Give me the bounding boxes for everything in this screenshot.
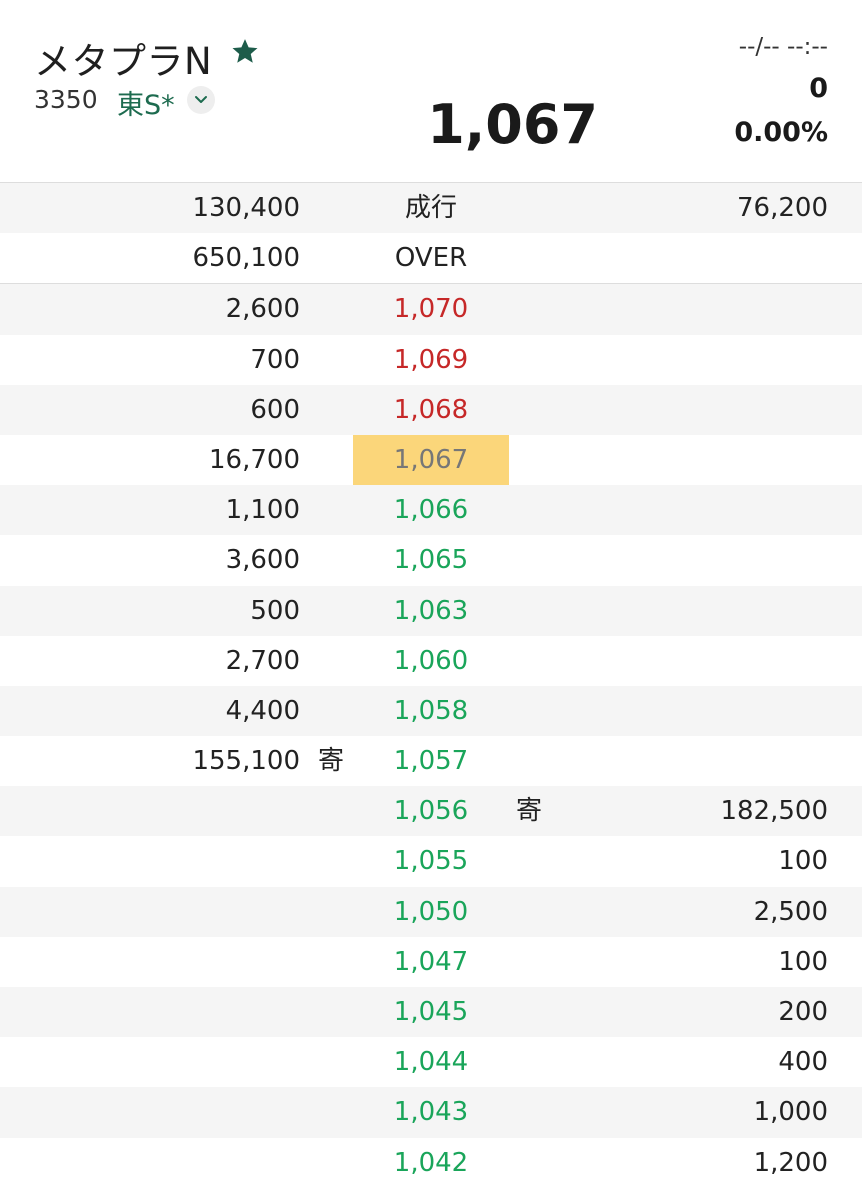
update-datetime: --/-- --:-- [738, 34, 828, 60]
price-level: 1,058 [393, 695, 469, 726]
order-book-row[interactable]: 650,100 OVER [0, 233, 862, 285]
price-change: 0 [809, 73, 828, 104]
sell-quantity: 650,100 [192, 243, 300, 274]
buy-quantity: 400 [778, 1047, 828, 1078]
sell-quantity: 3,600 [225, 545, 300, 576]
sell-quantity: 155,100 [192, 746, 300, 777]
order-book-row[interactable]: 600 1,068 [0, 384, 862, 435]
order-book-row[interactable]: 4,400 1,058 [0, 685, 862, 737]
sell-quantity: 500 [250, 595, 300, 626]
sell-quantity: 1,100 [225, 495, 300, 526]
order-book-row[interactable]: 2,700 1,060 [0, 636, 862, 686]
current-price: 1,067 [427, 93, 598, 156]
stock-code: 3350 [34, 85, 98, 114]
price-level: 1,066 [393, 495, 469, 526]
price-level: 1,047 [393, 946, 469, 977]
order-book-row[interactable]: 130,400 成行 76,200 [0, 183, 862, 234]
price-level: 1,063 [393, 595, 469, 626]
buy-quantity: 2,500 [753, 896, 828, 927]
market-dropdown-button[interactable] [187, 86, 215, 114]
price-level: 1,067 [353, 434, 509, 485]
price-level: 1,068 [393, 394, 469, 425]
order-book-row[interactable]: 3,600 1,065 [0, 535, 862, 585]
order-book-row[interactable]: 1,050 2,500 [0, 886, 862, 937]
order-book-row[interactable]: 16,700 1,067 [0, 434, 862, 485]
order-book-row[interactable]: 1,045 200 [0, 987, 862, 1038]
price-level: OVER [394, 243, 468, 274]
buy-quantity: 76,200 [737, 193, 828, 223]
price-level: 1,065 [393, 545, 469, 576]
buy-quantity: 100 [778, 846, 828, 877]
buy-quantity: 1,200 [753, 1147, 828, 1178]
chevron-down-icon [195, 96, 207, 103]
order-book-row[interactable]: 1,100 1,066 [0, 485, 862, 536]
sell-opening-mark: 寄 [318, 746, 345, 777]
market-label[interactable]: 東S* [117, 83, 175, 122]
order-book-row[interactable]: 1,043 1,000 [0, 1087, 862, 1138]
price-change-percent: 0.00% [734, 117, 828, 148]
order-book-row[interactable]: 1,055 100 [0, 836, 862, 886]
buy-quantity: 1,000 [753, 1097, 828, 1128]
order-book: 130,400 成行 76,200 650,100 OVER 2,600 1,070 700 1… [0, 183, 862, 1188]
order-book-row[interactable]: 155,100 寄 1,057 [0, 736, 862, 786]
buy-opening-mark: 寄 [516, 796, 543, 827]
price-level: 1,055 [393, 846, 469, 877]
price-level: 成行 [404, 193, 457, 223]
sell-quantity: 700 [250, 344, 300, 375]
stock-header: メタプラN 3350 東S* 1,067 --/-- --:-- 0 0.00% [0, 0, 862, 183]
price-level: 1,043 [393, 1097, 469, 1128]
sell-quantity: 130,400 [192, 193, 300, 223]
price-level: 1,044 [393, 1047, 469, 1078]
price-level: 1,045 [393, 997, 469, 1027]
price-level: 1,042 [393, 1147, 469, 1178]
sell-quantity: 600 [250, 394, 300, 425]
buy-quantity: 200 [778, 997, 828, 1027]
buy-quantity: 182,500 [720, 796, 828, 827]
order-book-row[interactable]: 2,600 1,070 [0, 284, 862, 335]
favorite-star-icon[interactable] [230, 36, 260, 66]
order-book-row[interactable]: 1,056 寄 182,500 [0, 786, 862, 837]
order-book-row[interactable]: 1,047 100 [0, 937, 862, 987]
price-level: 1,060 [393, 645, 469, 676]
sell-quantity: 2,700 [225, 645, 300, 676]
order-book-row[interactable]: 700 1,069 [0, 335, 862, 385]
sell-quantity: 2,600 [225, 294, 300, 325]
price-level: 1,069 [393, 344, 469, 375]
stock-name: メタプラN [34, 40, 213, 83]
order-book-row[interactable]: 1,042 1,200 [0, 1138, 862, 1188]
price-level: 1,070 [393, 294, 469, 325]
price-level: 1,056 [393, 796, 469, 827]
order-book-row[interactable]: 1,044 400 [0, 1037, 862, 1087]
buy-quantity: 100 [778, 946, 828, 977]
order-book-row[interactable]: 500 1,063 [0, 585, 862, 636]
sell-quantity: 4,400 [225, 695, 300, 726]
sell-quantity: 16,700 [209, 444, 300, 475]
price-level: 1,050 [393, 896, 469, 927]
price-level: 1,057 [393, 746, 469, 777]
